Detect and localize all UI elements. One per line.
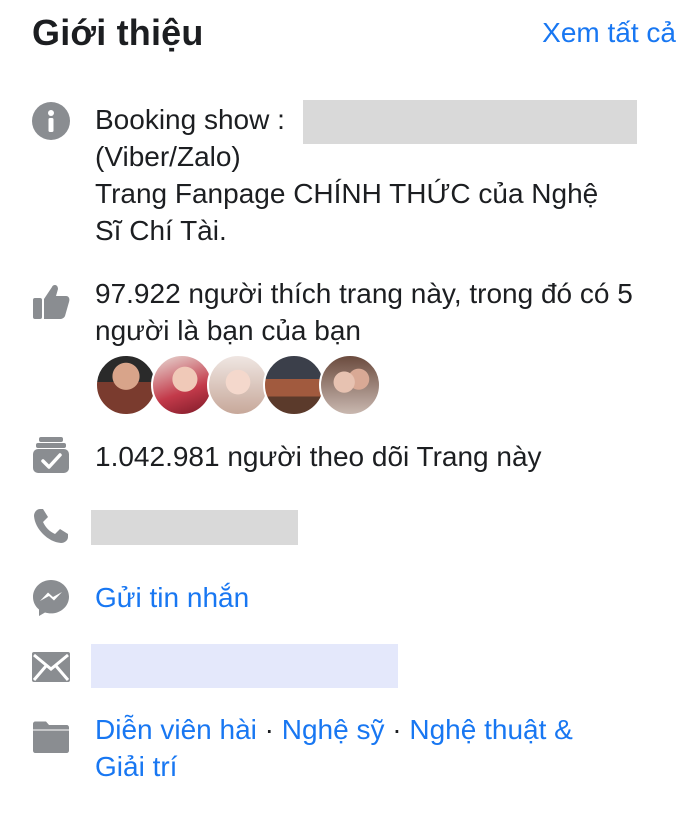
categories-text: Diễn viên hài · Nghệ sỹ · Nghệ thuật & G… bbox=[95, 711, 660, 785]
category-arts-entertainment[interactable]: Nghệ thuật & bbox=[409, 714, 572, 745]
category-comedian[interactable]: Diễn viên hài bbox=[95, 714, 257, 745]
about-header: Giới thiệu Xem tất cả bbox=[32, 8, 676, 58]
about-text: Booking show : (Viber/Zalo) Trang Fanpag… bbox=[95, 100, 660, 249]
category-icon bbox=[30, 716, 72, 758]
avatar[interactable] bbox=[95, 354, 157, 416]
avatar[interactable] bbox=[207, 354, 269, 416]
likes-line2: người là bạn của bạn bbox=[95, 315, 361, 346]
likes-line1: 97.922 người thích trang này, trong đó c… bbox=[95, 278, 633, 309]
follow-check-icon bbox=[30, 434, 72, 476]
about-description-line1: Trang Fanpage CHÍNH THỨC của Nghệ bbox=[95, 178, 599, 209]
booking-label: Booking show : bbox=[95, 104, 285, 135]
followers-text: 1.042.981 người theo dõi Trang này bbox=[95, 441, 542, 472]
phone-icon bbox=[30, 505, 72, 547]
send-message-link[interactable]: Gửi tin nhắn bbox=[95, 579, 660, 616]
likes-text: 97.922 người thích trang này, trong đó c… bbox=[95, 275, 660, 349]
thumbs-up-icon bbox=[30, 280, 72, 322]
category-separator: · bbox=[256, 714, 282, 745]
avatar[interactable] bbox=[263, 354, 325, 416]
messenger-icon bbox=[30, 577, 72, 619]
info-icon bbox=[30, 100, 72, 142]
avatar[interactable] bbox=[319, 354, 381, 416]
mail-icon bbox=[30, 646, 72, 688]
avatar[interactable] bbox=[151, 354, 213, 416]
category-artist[interactable]: Nghệ sỹ bbox=[282, 714, 385, 745]
phone-number-redacted[interactable] bbox=[91, 510, 298, 545]
about-description-line2: Sĩ Chí Tài. bbox=[95, 215, 227, 246]
category-separator: · bbox=[384, 714, 410, 745]
booking-phone-redacted bbox=[303, 100, 637, 144]
category-arts-entertainment-cont[interactable]: Giải trí bbox=[95, 748, 660, 785]
see-all-link[interactable]: Xem tất cả bbox=[542, 17, 676, 49]
section-title: Giới thiệu bbox=[32, 12, 204, 53]
email-redacted[interactable] bbox=[91, 644, 398, 688]
